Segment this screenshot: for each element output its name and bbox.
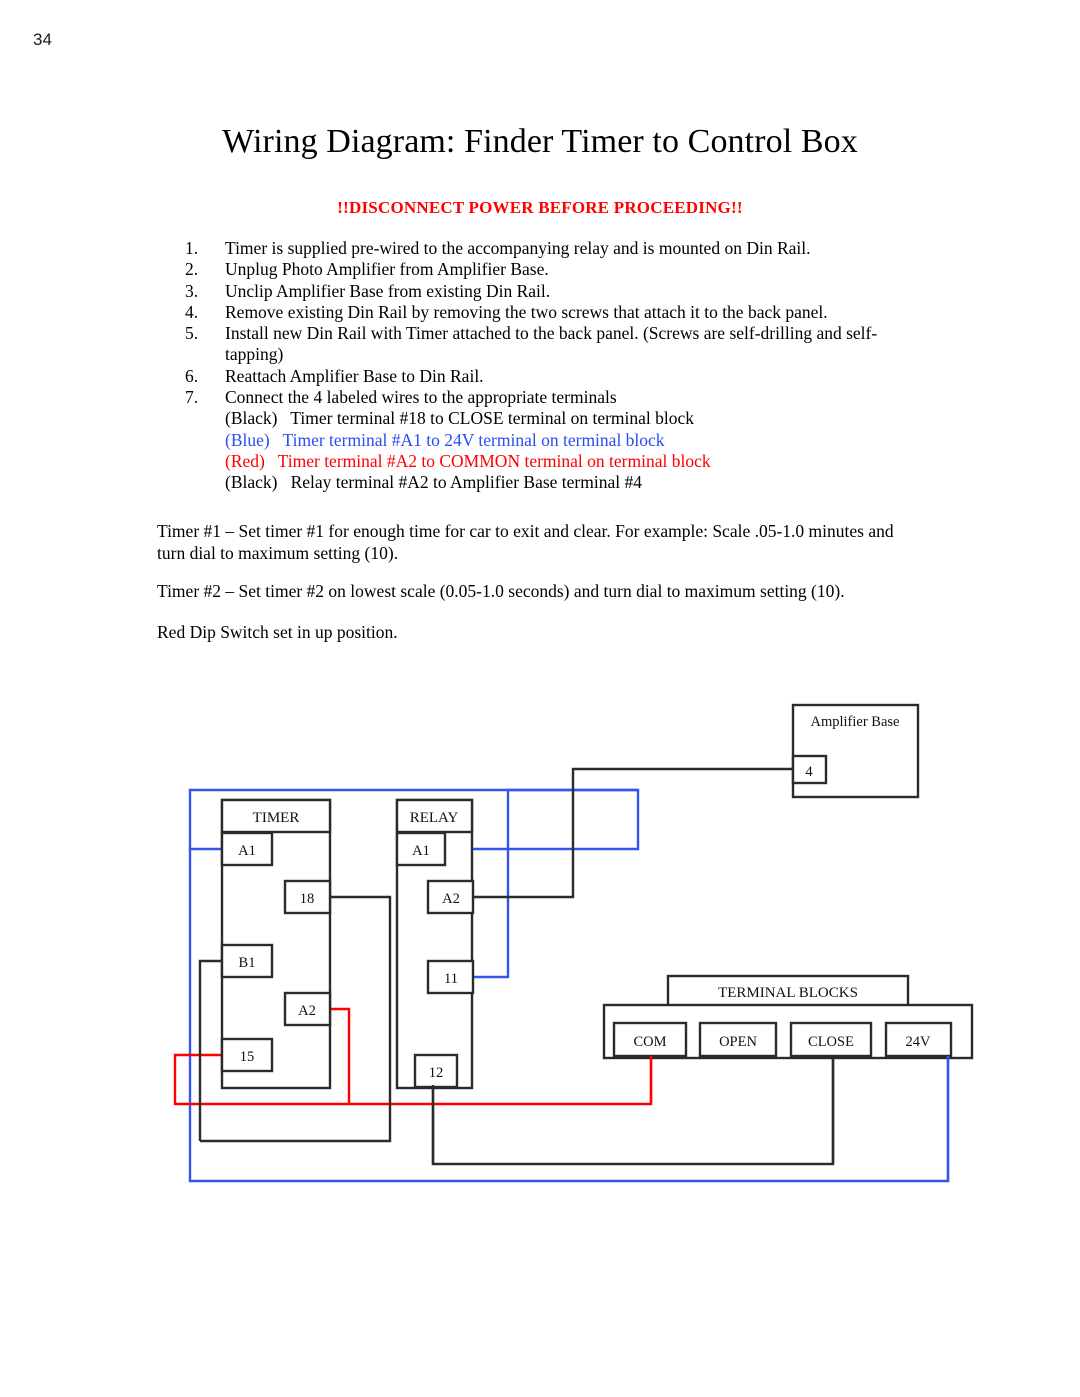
terminal-24v-label: 24V — [906, 1034, 932, 1050]
wire-group-blue — [188, 788, 950, 1183]
list-item: 2. Unplug Photo Amplifier from Amplifier… — [185, 259, 925, 280]
list-item-text: Remove existing Din Rail by removing the… — [225, 301, 828, 322]
list-item-number: 5. — [185, 323, 199, 344]
relay-module: RELAY A1 A2 11 12 — [395, 798, 475, 1090]
wire-group-red — [173, 1007, 653, 1106]
list-item-number: 7. — [185, 387, 199, 408]
page-number: 34 — [33, 30, 52, 49]
list-item: 7. Connect the 4 labeled wires to the ap… — [185, 387, 925, 408]
list-item: 4. Remove existing Din Rail by removing … — [185, 302, 925, 323]
amplifier-base-box — [791, 703, 920, 799]
black-wire-timer-18 — [200, 895, 392, 1143]
blue-wire-relay-11-to-24v — [470, 788, 638, 979]
relay-terminal-a2-box — [426, 879, 475, 915]
terminal-com-label: COM — [633, 1034, 666, 1050]
wire-connection-list: (Black) Timer terminal #18 to CLOSE term… — [185, 408, 925, 493]
timer-terminal-a1-box — [220, 831, 274, 867]
wire-connection-item: (Black) Timer terminal #18 to CLOSE term… — [225, 408, 925, 429]
dip-switch-paragraph: Red Dip Switch set in up position. — [157, 622, 398, 642]
relay-title-label: RELAY — [410, 810, 459, 826]
list-item-text: Connect the 4 labeled wires to the appro… — [225, 387, 617, 408]
list-item-number: 6. — [185, 365, 199, 386]
terminal-com-box — [612, 1021, 688, 1058]
blue-wire-24v-run — [188, 849, 950, 1183]
list-item-text: Reattach Amplifier Base to Din Rail. — [225, 365, 484, 386]
blue-wire-timer-a1 — [188, 788, 640, 851]
wire-connection-text: Relay terminal #A2 to Amplifier Base ter… — [290, 472, 642, 493]
wire-connection-item: (Red) Timer terminal #A2 to COMMON termi… — [225, 451, 925, 472]
relay-title-bar — [395, 798, 474, 834]
list-item-text: Unplug Photo Amplifier from Amplifier Ba… — [225, 259, 549, 280]
timer-title-label: TIMER — [253, 810, 300, 826]
list-item: 5. Install new Din Rail with Timer attac… — [185, 323, 925, 366]
page-title: Wiring Diagram: Finder Timer to Control … — [222, 123, 858, 160]
timer-terminal-18-label: 18 — [300, 891, 315, 907]
list-item-number: 1. — [185, 238, 199, 258]
terminal-close-label: CLOSE — [808, 1034, 854, 1050]
wire-color-label: (Red) — [225, 450, 265, 471]
timer2-paragraph: Timer #2 – Set timer #2 on lowest scale … — [157, 581, 845, 601]
timer-box — [220, 798, 332, 1090]
terminal-blocks-module: TERMINAL BLOCKS COM OPEN CLOSE 24V — [602, 974, 974, 1060]
timer-terminal-a1-label: A1 — [238, 843, 256, 859]
relay-terminal-a1-box — [395, 831, 447, 867]
list-item-text: Install new Din Rail with Timer attached… — [225, 323, 878, 365]
wire-connection-item: (Black) Relay terminal #A2 to Amplifier … — [225, 472, 925, 493]
wire-connection-item: (Blue) Timer terminal #A1 to 24V termina… — [225, 430, 925, 451]
list-item-number: 3. — [185, 280, 199, 301]
relay-terminal-11-label: 11 — [444, 971, 458, 987]
wire-group-black — [198, 767, 835, 1166]
terminal-24v-box — [884, 1021, 953, 1058]
red-wire-timer-a2-to-com — [330, 1007, 653, 1106]
wire-color-label: (Blue) — [225, 429, 270, 450]
timer-terminal-b1-label: B1 — [239, 955, 256, 971]
list-item: 3. Unclip Amplifier Base from existing D… — [185, 281, 925, 302]
timer-terminal-15-label: 15 — [240, 1049, 255, 1065]
relay-terminal-11-box — [426, 959, 475, 995]
instruction-list: 1. Timer is supplied pre-wired to the ac… — [185, 238, 925, 494]
terminal-close-box — [789, 1021, 873, 1058]
relay-terminal-12-label: 12 — [429, 1065, 444, 1081]
wire-connection-text: Timer terminal #18 to CLOSE terminal on … — [290, 408, 695, 429]
terminal-open-box — [698, 1021, 778, 1058]
timer1-paragraph: Timer #1 – Set timer #1 for enough time … — [157, 521, 894, 563]
amplifier-base-terminal-4-box — [791, 754, 828, 785]
wire-connection-text: Timer terminal #A1 to 24V terminal on te… — [282, 429, 665, 450]
black-wire-relay-12-to-close — [431, 1058, 835, 1166]
relay-terminal-a1-label: A1 — [412, 843, 430, 859]
amplifier-base-module: Amplifier Base 4 — [791, 703, 920, 799]
timer-terminal-a2-box — [283, 991, 332, 1027]
red-wire-timer-15 — [173, 1053, 349, 1106]
black-wire-timer-b1 — [198, 959, 222, 1141]
disconnect-power-warning: !!DISCONNECT POWER BEFORE PROCEEDING!! — [337, 198, 743, 217]
list-item: 6. Reattach Amplifier Base to Din Rail. — [185, 366, 925, 387]
terminal-blocks-title-bar — [666, 974, 910, 1008]
timer-title-bar — [220, 798, 332, 834]
black-wire-relay-a2-to-amp4 — [470, 767, 793, 899]
timer-terminal-18-box — [283, 879, 332, 915]
terminal-blocks-box — [602, 1003, 974, 1060]
wire-connection-text: Timer terminal #A2 to COMMON terminal on… — [277, 450, 711, 471]
timer-terminal-a2-label: A2 — [298, 1003, 316, 1019]
timer-module: TIMER A1 18 B1 A2 15 — [220, 798, 332, 1090]
wire-stub-group — [431, 1056, 950, 1181]
terminal-open-label: OPEN — [719, 1034, 757, 1050]
relay-terminal-a2-label: A2 — [442, 891, 460, 907]
amplifier-base-title-label: Amplifier Base — [811, 714, 900, 730]
amplifier-base-terminal-4-label: 4 — [805, 764, 813, 780]
terminal-blocks-title-label: TERMINAL BLOCKS — [718, 985, 858, 1001]
list-item-text: Unclip Amplifier Base from existing Din … — [225, 280, 551, 301]
relay-box — [395, 798, 474, 1090]
list-item: 1. Timer is supplied pre-wired to the ac… — [185, 238, 925, 259]
timer-terminal-b1-box — [220, 943, 274, 979]
wire-color-label: (Black) — [225, 472, 278, 493]
wire-color-label: (Black) — [225, 408, 278, 429]
list-item-number: 2. — [185, 259, 199, 280]
list-item-number: 4. — [185, 301, 199, 322]
timer-terminal-15-box — [220, 1037, 274, 1073]
list-item-text: Timer is supplied pre-wired to the accom… — [225, 238, 811, 258]
relay-terminal-12-box — [413, 1053, 459, 1089]
